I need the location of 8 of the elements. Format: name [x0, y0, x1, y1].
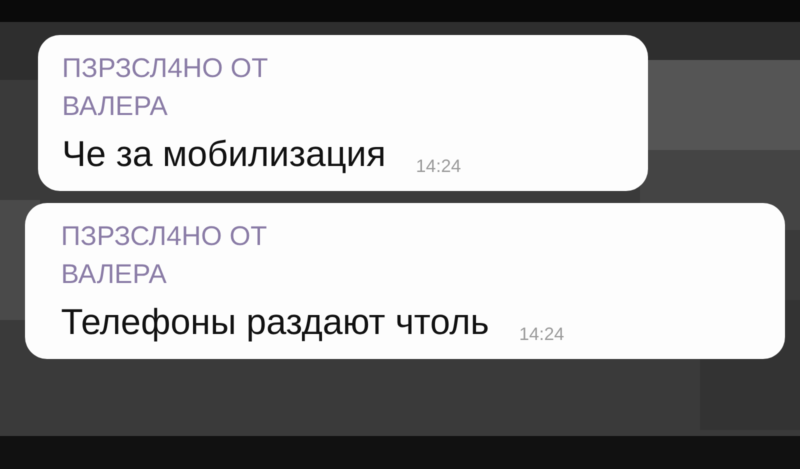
- sender-name: ВАЛЕРА: [61, 258, 168, 291]
- message-time: 14:24: [416, 156, 461, 177]
- message-text: Че за мобилизация: [62, 133, 386, 175]
- forwarded-label: ПЗРЗСЛ4НО ОТ: [61, 220, 268, 253]
- message-text: Телефоны раздают чтоль: [61, 301, 490, 343]
- message-time: 14:24: [519, 324, 564, 345]
- sender-name: ВАЛЕРА: [62, 90, 169, 123]
- forwarded-label: ПЗРЗСЛ4НО ОТ: [62, 52, 269, 85]
